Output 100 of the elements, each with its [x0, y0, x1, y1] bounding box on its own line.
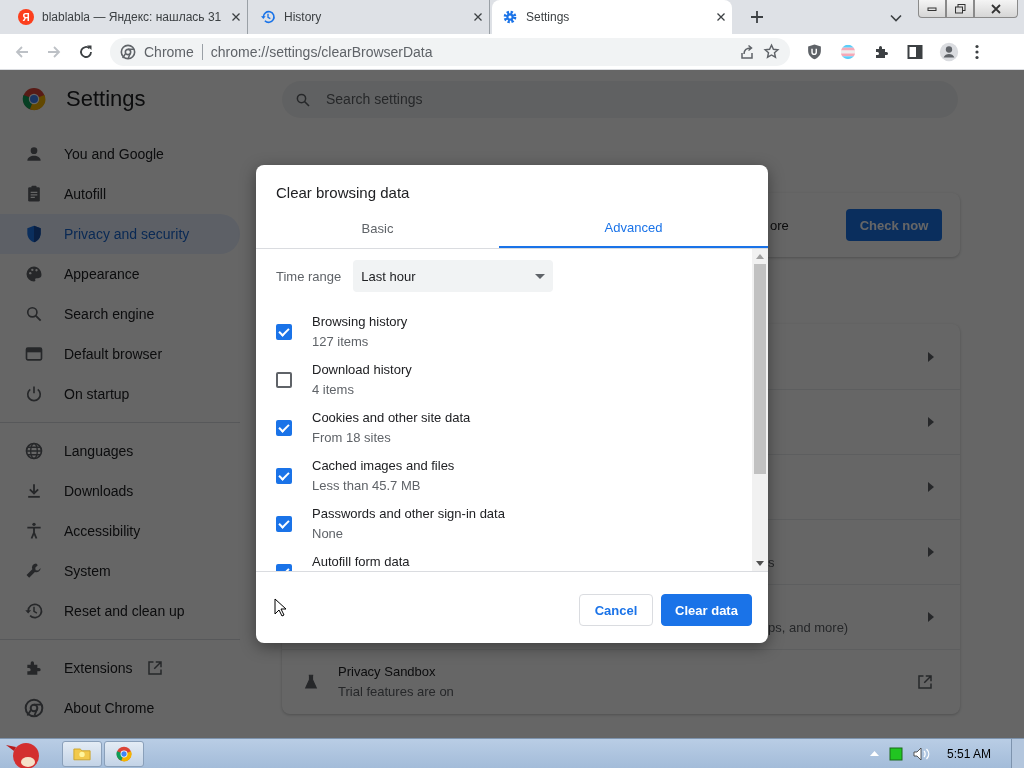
dropdown[interactable]: Last hour: [353, 260, 554, 292]
sidebar-item[interactable]: Appearance: [0, 254, 240, 294]
checkbox[interactable]: [276, 372, 292, 388]
arrow-right-icon[interactable]: [928, 547, 934, 557]
site-favicon: Я: [18, 9, 34, 25]
side-panel-icon[interactable]: [907, 43, 923, 60]
pointer-icon: [274, 598, 286, 617]
clear-data-button[interactable]: Clear data: [661, 594, 752, 626]
scroll-up-icon: [756, 254, 764, 259]
taskbar-button[interactable]: [104, 740, 144, 767]
close-icon[interactable]: [473, 12, 483, 22]
history-icon: [260, 9, 276, 25]
check-now-button[interactable]: Check now: [846, 209, 942, 241]
tab-title: blablabla — Яндекс: нашлась 31: [42, 10, 223, 24]
cancel-button[interactable]: Cancel: [579, 594, 653, 626]
palette-icon: [24, 264, 44, 284]
shield-icon: [24, 224, 44, 244]
option-label: Browsing history: [312, 313, 408, 331]
star-icon[interactable]: [763, 43, 780, 60]
setting-text: ore: [770, 217, 789, 233]
sidebar-item[interactable]: Downloads: [0, 471, 240, 511]
checkbox[interactable]: [276, 324, 292, 340]
chrome-logo-icon: [22, 87, 46, 111]
window-icon: [24, 344, 44, 364]
checkbox[interactable]: [276, 420, 292, 436]
sidebar-item[interactable]: Reset and clean up: [0, 591, 240, 631]
shield-icon[interactable]: [806, 43, 823, 60]
restore-icon: [954, 3, 966, 14]
restore-button[interactable]: [946, 0, 974, 18]
external-link-icon[interactable]: [916, 673, 934, 691]
option-detail: Less than 45.7 MB: [312, 477, 422, 495]
minimize-icon: [927, 6, 937, 11]
tab[interactable]: Basic: [256, 208, 499, 248]
arrow-right-icon[interactable]: [928, 351, 934, 362]
person-icon: [24, 144, 44, 164]
history-icon: [24, 601, 44, 621]
option-detail: None: [312, 525, 345, 543]
menu-icon[interactable]: [975, 43, 979, 60]
tab-title: Settings: [526, 10, 571, 24]
setting-text: ps, and more): [768, 619, 849, 635]
tab[interactable]: Advanced: [499, 208, 768, 248]
arrow-right-icon[interactable]: [928, 417, 934, 427]
setting-title: Privacy Sandbox: [338, 663, 437, 681]
checkbox[interactable]: [276, 516, 292, 532]
close-icon[interactable]: [231, 12, 241, 22]
accessibility-icon: [24, 521, 44, 541]
scroll-down-icon: [756, 561, 764, 566]
dialog-title: Clear browsing data: [275, 183, 411, 203]
option-label: Cached images and files: [312, 457, 455, 475]
puzzle-icon: [24, 658, 44, 678]
option-label: Download history: [312, 361, 412, 379]
browser-tab[interactable]: Settings: [492, 0, 732, 34]
speaker-icon[interactable]: [912, 746, 931, 761]
sidebar-item[interactable]: Search engine: [0, 294, 240, 334]
avatar-icon[interactable]: [939, 41, 959, 62]
caret-down-icon: [535, 273, 546, 279]
chevron-down-icon[interactable]: [890, 14, 902, 22]
arrow-right-icon[interactable]: [928, 612, 934, 622]
close-icon[interactable]: [716, 12, 726, 22]
scrollbar[interactable]: [752, 249, 768, 571]
option-label: Passwords and other sign-in data: [312, 505, 505, 523]
sidebar-item[interactable]: You and Google: [0, 134, 240, 174]
plus-icon[interactable]: [750, 10, 764, 24]
setting-subtitle: Trial features are on: [338, 683, 455, 701]
folder-icon: [73, 746, 91, 761]
reload-icon[interactable]: [78, 43, 94, 60]
field-label: Time range: [276, 268, 342, 284]
arrow-right-icon[interactable]: [928, 482, 934, 492]
sidebar-item[interactable]: System: [0, 551, 240, 591]
sidebar-item[interactable]: Accessibility: [0, 511, 240, 551]
address-bar[interactable]: Chrome chrome://settings/clearBrowserData: [110, 37, 790, 66]
sidebar-item[interactable]: Default browser: [0, 334, 240, 374]
site-label: Chrome: [144, 43, 194, 60]
option-label: Autofill form data: [312, 553, 410, 571]
globe-icon: [24, 441, 44, 461]
option-detail: 127 items: [312, 333, 370, 351]
page-title: Settings: [66, 86, 146, 112]
sidebar-item[interactable]: Autofill: [0, 174, 240, 214]
power-icon: [24, 384, 44, 404]
option-detail: 4 items: [312, 381, 355, 399]
search-icon: [24, 304, 44, 324]
search-field[interactable]: Search settings: [282, 80, 958, 118]
sidebar-item[interactable]: On startup: [0, 374, 240, 414]
tab-title: History: [284, 10, 323, 24]
close-window-button[interactable]: [974, 0, 1018, 18]
sidebar-item[interactable]: Languages: [0, 431, 240, 471]
sidebar-item[interactable]: Privacy and security: [0, 214, 240, 254]
sidebar-item[interactable]: Extensions: [0, 648, 240, 688]
option-detail: From 18 sites: [312, 429, 392, 447]
checkbox[interactable]: [276, 468, 292, 484]
flask-icon: [302, 673, 320, 691]
sidebar-item[interactable]: About Chrome: [0, 688, 240, 728]
clock: 5:51 AM: [946, 746, 991, 761]
close-icon: [991, 3, 1001, 14]
option-label: Cookies and other site data: [312, 409, 471, 427]
chrome-logo-icon: [116, 745, 132, 762]
url-text: chrome://settings/clearBrowserData: [210, 43, 433, 60]
chrome-logo-icon: [120, 43, 136, 60]
tray-square-icon[interactable]: [888, 746, 903, 761]
share-icon[interactable]: [739, 43, 755, 60]
